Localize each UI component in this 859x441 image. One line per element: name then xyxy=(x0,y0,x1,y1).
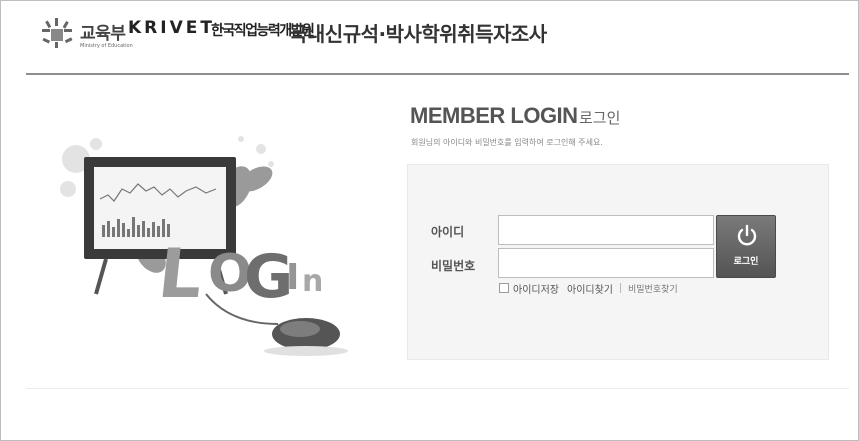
password-label: 비밀번호 xyxy=(431,259,476,273)
find-password-link[interactable]: 비밀번호찾기 xyxy=(628,282,678,295)
svg-text:L: L xyxy=(155,235,207,314)
id-input[interactable] xyxy=(498,215,714,245)
survey-title: 국내신규석·박사학위취득자조사 xyxy=(289,22,547,46)
power-icon xyxy=(737,224,757,246)
header-divider xyxy=(26,73,849,75)
save-id-label: 아이디저장 xyxy=(513,284,559,296)
krivet-logo: KRIVET xyxy=(128,18,215,38)
save-id-checkbox[interactable] xyxy=(499,283,509,293)
login-title: MEMBER LOGIN xyxy=(410,103,578,128)
svg-text:I: I xyxy=(286,257,299,298)
login-button-label: 로그인 xyxy=(733,257,759,267)
footer-divider xyxy=(26,388,849,389)
login-button[interactable]: 로그인 xyxy=(716,215,776,278)
password-input[interactable] xyxy=(498,248,714,278)
login-options: 아이디저장 아이디찾기 비밀번호찾기 xyxy=(499,281,678,296)
find-id-link[interactable]: 아이디찾기 xyxy=(567,281,613,296)
login-illustration: L O G I n xyxy=(60,136,348,356)
header: 교육부 Ministry of Education KRIVET 한국직업능력개… xyxy=(1,1,858,73)
ministry-name: 교육부 xyxy=(80,24,126,44)
id-label: 아이디 xyxy=(431,225,465,239)
svg-text:n: n xyxy=(302,264,323,299)
link-divider xyxy=(620,283,621,293)
ministry-name-en: Ministry of Education xyxy=(80,43,133,49)
login-title-korean: 로그인 xyxy=(579,109,621,127)
login-description: 회원님의 아이디와 비밀번호를 입력하여 로그인해 주세요. xyxy=(411,138,603,147)
page-frame: 교육부 Ministry of Education KRIVET 한국직업능력개… xyxy=(0,0,859,441)
ministry-logo-icon xyxy=(42,18,73,48)
